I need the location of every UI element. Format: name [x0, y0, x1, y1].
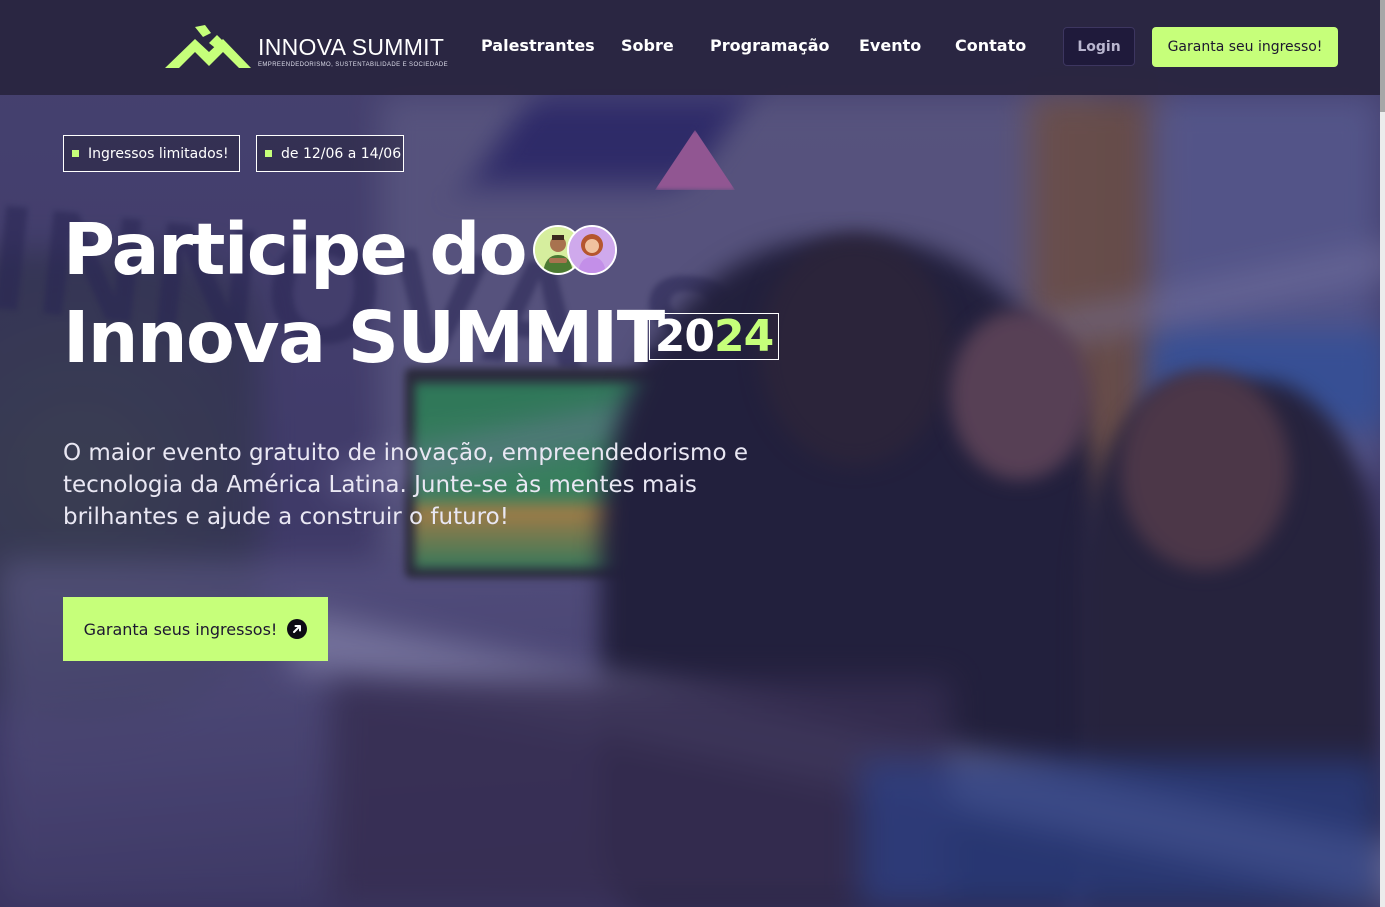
brand-name: INNOVA SUMMIT — [258, 34, 445, 60]
hero-title-line1: Participe do — [63, 208, 528, 291]
nav-palestrantes[interactable]: Palestrantes — [481, 36, 595, 55]
brand-logo[interactable]: INNOVA SUMMIT EMPREENDEDORISMO, SUSTENTA… — [165, 25, 448, 73]
hero-cta-button[interactable]: Garanta seus ingressos! — [63, 597, 328, 661]
arrow-up-right-circle-icon — [287, 619, 308, 639]
chip-event-dates: de 12/06 a 14/06 — [256, 135, 404, 172]
nav-contato[interactable]: Contato — [955, 36, 1026, 55]
hero-title-line2: Innova SUMMIT — [63, 296, 665, 379]
bullet-square — [265, 150, 272, 157]
login-button[interactable]: Login — [1063, 27, 1135, 66]
innova-summit-logo-icon — [165, 25, 251, 68]
hero-description: O maior evento gratuito de inovação, emp… — [63, 440, 748, 530]
avatar-speaker-female — [567, 225, 617, 275]
speaker-avatars — [533, 225, 617, 275]
nav-sobre[interactable]: Sobre — [621, 36, 674, 55]
chip-label: Ingressos limitados! — [88, 145, 229, 162]
year-part-accent: 24 — [714, 311, 774, 362]
hero-year-badge: 2024 — [649, 313, 779, 360]
bullet-square — [72, 150, 79, 157]
page-scrollbar[interactable] — [1380, 0, 1385, 907]
nav-evento[interactable]: Evento — [859, 36, 921, 55]
chip-label: de 12/06 a 14/06 — [281, 145, 402, 162]
nav-programacao[interactable]: Programação — [710, 36, 830, 55]
scrollbar-thumb[interactable] — [1380, 0, 1385, 112]
year-part-white: 20 — [654, 311, 715, 362]
cta-label: Garanta seus ingressos! — [83, 619, 278, 639]
brand-tagline: EMPREENDEDORISMO, SUSTENTABILIDADE E SOC… — [258, 62, 448, 68]
site-header: INNOVA SUMMIT EMPREENDEDORISMO, SUSTENTA… — [0, 0, 1380, 95]
chip-limited-tickets: Ingressos limitados! — [63, 135, 240, 172]
header-ticket-button[interactable]: Garanta seu ingresso! — [1152, 27, 1338, 67]
